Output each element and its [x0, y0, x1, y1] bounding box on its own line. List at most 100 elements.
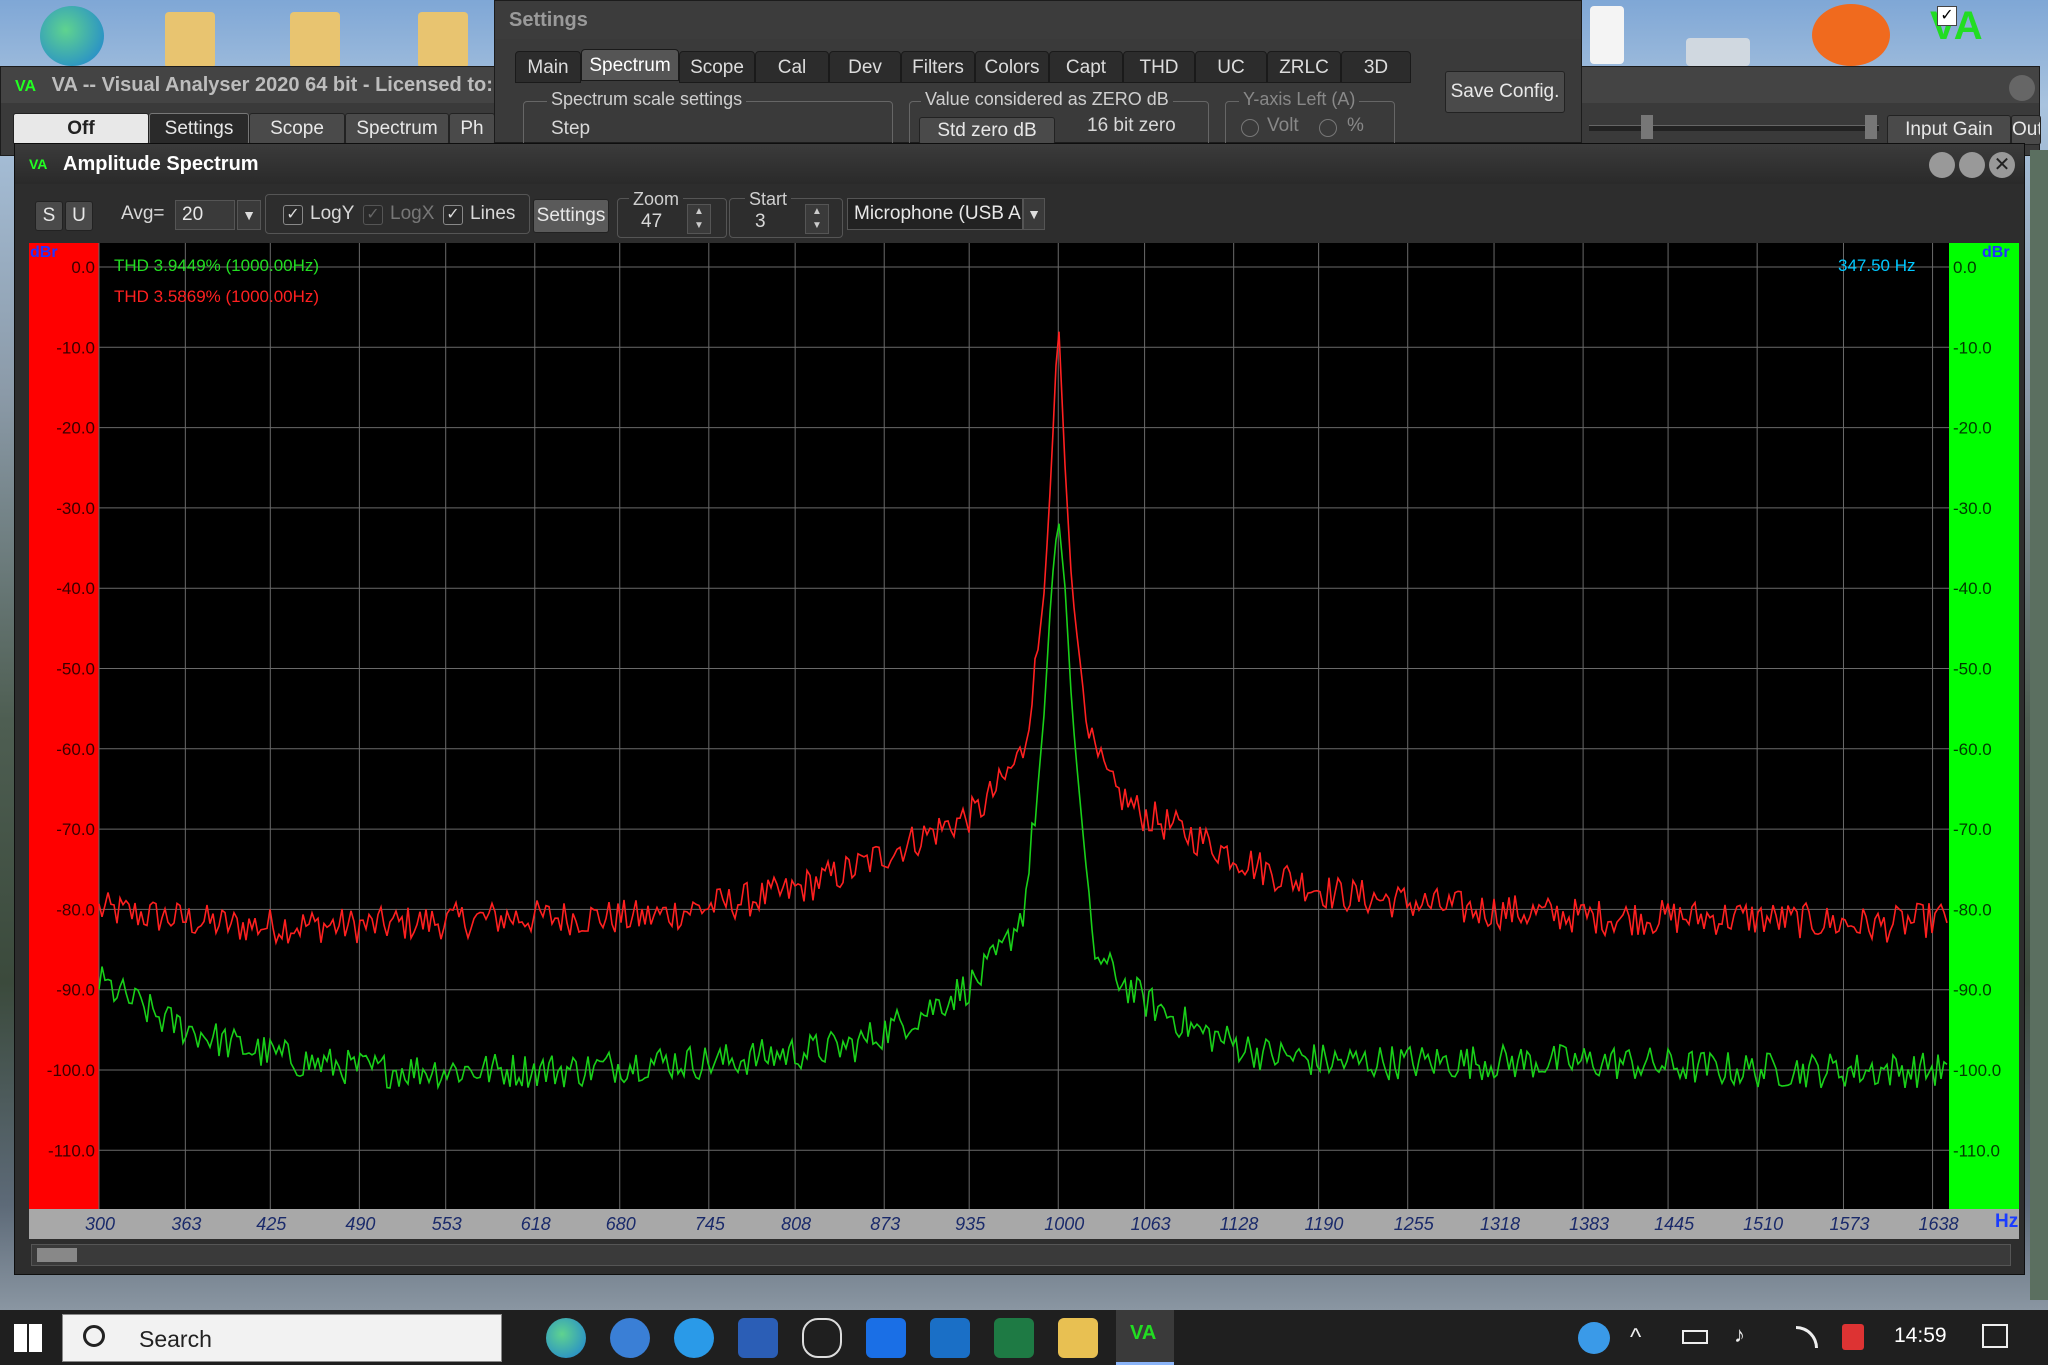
notification-badge-icon[interactable] — [1842, 1324, 1864, 1350]
onedrive-icon[interactable] — [674, 1318, 714, 1358]
windows-start-icon[interactable] — [14, 1324, 42, 1352]
wifi-icon[interactable] — [1796, 1326, 1818, 1348]
phase-main-button[interactable]: Ph — [449, 113, 495, 145]
y-tick-label-right: -90.0 — [1953, 981, 1992, 1000]
tab-3d[interactable]: 3D — [1341, 51, 1411, 83]
minimize-icon[interactable] — [1929, 152, 1955, 178]
horizontal-scrollbar[interactable] — [31, 1244, 2011, 1266]
spinner-icon[interactable]: ▲ ▼ — [687, 204, 711, 234]
tab-uc[interactable]: UC — [1195, 51, 1267, 83]
tab-capt[interactable]: Capt — [1049, 51, 1123, 83]
excel-icon[interactable] — [994, 1318, 1034, 1358]
thd-red-label: THD 3.5869% (1000.00Hz) — [114, 287, 320, 306]
volume-icon[interactable]: ♪ — [1734, 1322, 1745, 1348]
file-explorer-icon[interactable] — [1058, 1318, 1098, 1358]
tab-colors[interactable]: Colors — [975, 51, 1049, 83]
device-select[interactable]: Microphone (USB A — [847, 198, 1023, 230]
folder-desktop-icon[interactable] — [290, 12, 340, 68]
tab-cal[interactable]: Cal — [755, 51, 829, 83]
edge-dev-icon[interactable] — [610, 1318, 650, 1358]
tab-main[interactable]: Main — [515, 51, 581, 83]
chevron-down-icon[interactable]: ▼ — [1023, 198, 1045, 230]
screenshot-desktop-icon[interactable] — [1686, 38, 1750, 66]
x-tick-label: 490 — [345, 1214, 375, 1234]
logx-checkbox[interactable]: ✓ — [363, 205, 383, 225]
avg-label: Avg= — [121, 203, 165, 224]
document-desktop-icon[interactable] — [1590, 6, 1624, 64]
save-config-button[interactable]: Save Config. — [1445, 71, 1565, 113]
radio-volt-icon[interactable] — [1241, 119, 1259, 137]
minimize-icon[interactable] — [2009, 75, 2035, 101]
tab-spectrum[interactable]: Spectrum — [581, 49, 679, 81]
x-tick-label: 1000 — [1044, 1214, 1084, 1234]
search-placeholder: Search — [139, 1326, 212, 1352]
s-button[interactable]: S — [35, 201, 63, 231]
taskbar: Search VA ^ ♪ 14:59 — [0, 1310, 2048, 1365]
y-tick-label-right: -70.0 — [1953, 820, 1992, 839]
word-icon[interactable] — [738, 1318, 778, 1358]
y-tick-label-right: -10.0 — [1953, 338, 1992, 357]
settings-window-title: Settings — [495, 1, 1581, 39]
battery-icon[interactable] — [1682, 1330, 1708, 1344]
tab-scope[interactable]: Scope — [679, 51, 755, 83]
edge-icon[interactable] — [546, 1318, 586, 1358]
input-gain-slider[interactable] — [1589, 125, 1879, 131]
y-tick-label-left: -100.0 — [47, 1061, 95, 1080]
unit-x-label: Hz — [1995, 1211, 2019, 1232]
zoom-value[interactable]: 47 — [641, 211, 662, 233]
maximize-icon[interactable] — [1959, 152, 1985, 178]
lines-checkbox[interactable]: ✓ — [443, 205, 463, 225]
plot-background — [99, 243, 1949, 1209]
std-zero-button[interactable]: Std zero dB — [919, 117, 1055, 145]
spectrum-settings-button[interactable]: Settings — [533, 199, 609, 233]
spectrum-main-button[interactable]: Spectrum — [345, 113, 449, 145]
slider-thumb-icon[interactable] — [1865, 115, 1877, 139]
spinner-icon[interactable]: ▲ ▼ — [805, 204, 829, 234]
folder-desktop-icon[interactable] — [165, 12, 215, 68]
folder-desktop-icon[interactable] — [418, 12, 468, 68]
radio-percent-icon[interactable] — [1319, 119, 1337, 137]
tab-zrlc[interactable]: ZRLC — [1267, 51, 1341, 83]
tab-filters[interactable]: Filters — [901, 51, 975, 83]
scrollbar-thumb[interactable] — [37, 1248, 77, 1262]
app-desktop-icon[interactable] — [1812, 4, 1890, 66]
clock[interactable]: 14:59 — [1894, 1324, 1947, 1348]
y-tick-label-left: -30.0 — [56, 499, 95, 518]
avg-select[interactable]: 20 — [175, 200, 235, 230]
fox-app-icon[interactable] — [802, 1318, 842, 1358]
scope-main-button[interactable]: Scope — [249, 113, 345, 145]
action-center-icon[interactable] — [1982, 1324, 2008, 1348]
search-input[interactable]: Search — [62, 1314, 502, 1362]
dropbox-icon[interactable] — [866, 1318, 906, 1358]
y-tick-label-right: -40.0 — [1953, 579, 1992, 598]
va-taskbar-label: VA — [1130, 1322, 1157, 1344]
tab-thd[interactable]: THD — [1123, 51, 1195, 83]
u-button[interactable]: U — [65, 201, 93, 231]
step-label: Step — [551, 118, 591, 139]
search-icon — [83, 1325, 105, 1347]
lines-label: Lines — [470, 203, 516, 224]
checkbox-icon[interactable]: ✓ — [1937, 6, 1957, 26]
edge-desktop-icon[interactable] — [40, 6, 104, 66]
va-taskbar-button[interactable]: VA — [1116, 1310, 1174, 1365]
y-tick-label-right: -50.0 — [1953, 660, 1992, 679]
outlook-icon[interactable] — [930, 1318, 970, 1358]
output-button[interactable]: Outp — [2011, 115, 2041, 145]
start-value[interactable]: 3 — [755, 211, 766, 233]
close-icon[interactable]: ✕ — [1989, 152, 2015, 178]
off-button[interactable]: Off — [13, 113, 149, 145]
input-gain-button[interactable]: Input Gain — [1887, 115, 2011, 145]
help-icon[interactable] — [1578, 1322, 1610, 1354]
y-tick-label-left: -20.0 — [56, 419, 95, 438]
x-tick-label: 618 — [521, 1214, 551, 1234]
y-axis-group-label: Y-axis Left (A) — [1239, 89, 1360, 110]
chevron-down-icon[interactable]: ▼ — [237, 200, 261, 230]
chevron-up-icon[interactable]: ^ — [1630, 1324, 1641, 1352]
logy-checkbox[interactable]: ✓ — [283, 205, 303, 225]
tab-dev[interactable]: Dev — [829, 51, 901, 83]
slider-thumb-icon[interactable] — [1641, 115, 1653, 139]
settings-main-button[interactable]: Settings — [149, 113, 249, 145]
spectrum-window-title: Amplitude Spectrum — [63, 153, 259, 175]
spectrum-chart[interactable]: 0.0 0.0 -10.0 -10.0 -20.0 -20.0 -30.0 -30.0 -40.… — [29, 243, 2019, 1209]
start-label: Start — [745, 189, 792, 210]
